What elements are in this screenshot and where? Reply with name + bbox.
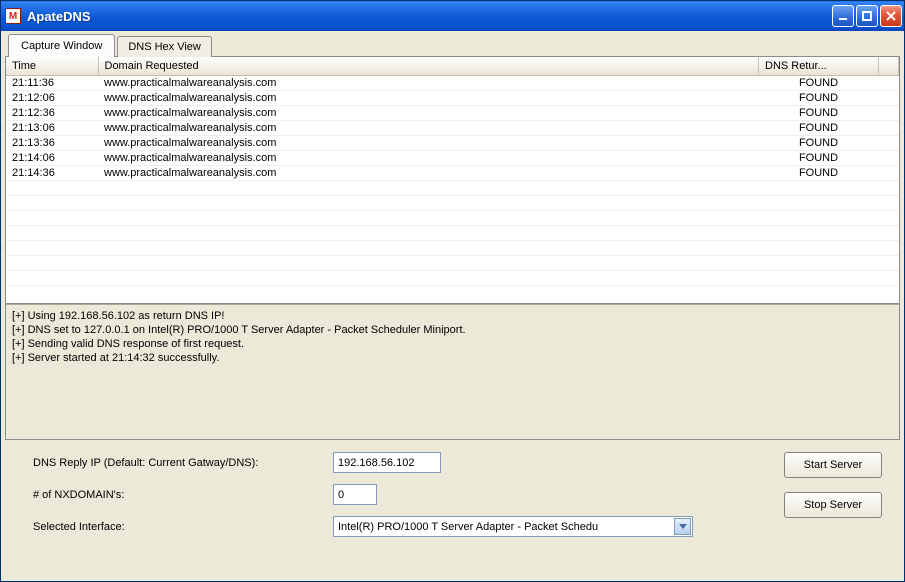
cell-domain: www.practicalmalwareanalysis.com — [98, 136, 759, 151]
row-reply-ip: DNS Reply IP (Default: Current Gatway/DN… — [33, 452, 693, 473]
minimize-button[interactable] — [832, 5, 854, 27]
cell-domain: www.practicalmalwareanalysis.com — [98, 76, 759, 91]
row-nxdomain: # of NXDOMAIN's: — [33, 484, 693, 505]
cell-domain: www.practicalmalwareanalysis.com — [98, 121, 759, 136]
close-button[interactable] — [880, 5, 902, 27]
cell-time: 21:13:36 — [6, 136, 98, 151]
cell-domain: www.practicalmalwareanalysis.com — [98, 91, 759, 106]
col-spare[interactable] — [879, 57, 899, 76]
chevron-down-icon — [674, 518, 691, 535]
window-title: ApateDNS — [27, 9, 832, 24]
table-row — [6, 241, 899, 256]
table-row[interactable]: 21:11:36www.practicalmalwareanalysis.com… — [6, 76, 899, 91]
log-line: [+] Server started at 21:14:32 successfu… — [12, 351, 893, 365]
close-icon — [885, 10, 897, 22]
table-row — [6, 271, 899, 286]
window-buttons — [832, 5, 902, 27]
cell-return: FOUND — [759, 166, 879, 181]
app-icon: M — [5, 8, 21, 24]
cell-return: FOUND — [759, 76, 879, 91]
nxdomain-input[interactable] — [333, 484, 377, 505]
cell-domain: www.practicalmalwareanalysis.com — [98, 166, 759, 181]
cell-domain: www.practicalmalwareanalysis.com — [98, 151, 759, 166]
cell-return: FOUND — [759, 136, 879, 151]
table-row — [6, 226, 899, 241]
log-output: [+] Using 192.168.56.102 as return DNS I… — [6, 304, 899, 439]
stop-server-button[interactable]: Stop Server — [784, 492, 882, 518]
table-row[interactable]: 21:12:36www.practicalmalwareanalysis.com… — [6, 106, 899, 121]
interface-value: Intel(R) PRO/1000 T Server Adapter - Pac… — [338, 521, 598, 533]
reply-ip-input[interactable] — [333, 452, 441, 473]
table-row[interactable]: 21:12:06www.practicalmalwareanalysis.com… — [6, 91, 899, 106]
minimize-icon — [837, 10, 849, 22]
app-window: M ApateDNS Capture Window DNS Hex View — [0, 0, 905, 582]
maximize-icon — [861, 10, 873, 22]
cell-time: 21:12:36 — [6, 106, 98, 121]
table-row[interactable]: 21:14:06www.practicalmalwareanalysis.com… — [6, 151, 899, 166]
cell-time: 21:11:36 — [6, 76, 98, 91]
nxdomain-label: # of NXDOMAIN's: — [33, 489, 333, 501]
cell-time: 21:14:06 — [6, 151, 98, 166]
client-area: Capture Window DNS Hex View Time Domain … — [1, 31, 904, 581]
dns-table: Time Domain Requested DNS Retur... 21:11… — [6, 57, 899, 286]
log-line: [+] Using 192.168.56.102 as return DNS I… — [12, 309, 893, 323]
col-return[interactable]: DNS Retur... — [759, 57, 879, 76]
cell-time: 21:13:06 — [6, 121, 98, 136]
cell-return: FOUND — [759, 121, 879, 136]
table-row[interactable]: 21:13:06www.practicalmalwareanalysis.com… — [6, 121, 899, 136]
row-interface: Selected Interface: Intel(R) PRO/1000 T … — [33, 516, 693, 537]
table-row — [6, 211, 899, 226]
col-domain[interactable]: Domain Requested — [98, 57, 759, 76]
table-body: 21:11:36www.practicalmalwareanalysis.com… — [6, 76, 899, 286]
tab-dns-hex-view[interactable]: DNS Hex View — [117, 36, 212, 57]
cell-time: 21:12:06 — [6, 91, 98, 106]
bottom-controls: DNS Reply IP (Default: Current Gatway/DN… — [5, 440, 900, 541]
table-row — [6, 256, 899, 271]
tabstrip: Capture Window DNS Hex View — [8, 33, 900, 56]
titlebar: M ApateDNS — [1, 1, 904, 31]
table-row[interactable]: 21:14:36www.practicalmalwareanalysis.com… — [6, 166, 899, 181]
cell-time: 21:14:36 — [6, 166, 98, 181]
table-row — [6, 181, 899, 196]
tabpanel: Time Domain Requested DNS Retur... 21:11… — [5, 56, 900, 440]
start-server-button[interactable]: Start Server — [784, 452, 882, 478]
cell-return: FOUND — [759, 151, 879, 166]
table-row[interactable]: 21:13:36www.practicalmalwareanalysis.com… — [6, 136, 899, 151]
cell-domain: www.practicalmalwareanalysis.com — [98, 106, 759, 121]
log-line: [+] DNS set to 127.0.0.1 on Intel(R) PRO… — [12, 323, 893, 337]
table-header-row: Time Domain Requested DNS Retur... — [6, 57, 899, 76]
form-rows: DNS Reply IP (Default: Current Gatway/DN… — [33, 452, 693, 537]
col-time[interactable]: Time — [6, 57, 98, 76]
button-column: Start Server Stop Server — [784, 452, 888, 537]
cell-return: FOUND — [759, 106, 879, 121]
table-row — [6, 196, 899, 211]
reply-ip-label: DNS Reply IP (Default: Current Gatway/DN… — [33, 457, 333, 469]
interface-label: Selected Interface: — [33, 521, 333, 533]
capture-grid[interactable]: Time Domain Requested DNS Retur... 21:11… — [6, 57, 899, 304]
maximize-button[interactable] — [856, 5, 878, 27]
interface-select[interactable]: Intel(R) PRO/1000 T Server Adapter - Pac… — [333, 516, 693, 537]
tab-capture-window[interactable]: Capture Window — [8, 34, 115, 57]
cell-return: FOUND — [759, 91, 879, 106]
log-line: [+] Sending valid DNS response of first … — [12, 337, 893, 351]
